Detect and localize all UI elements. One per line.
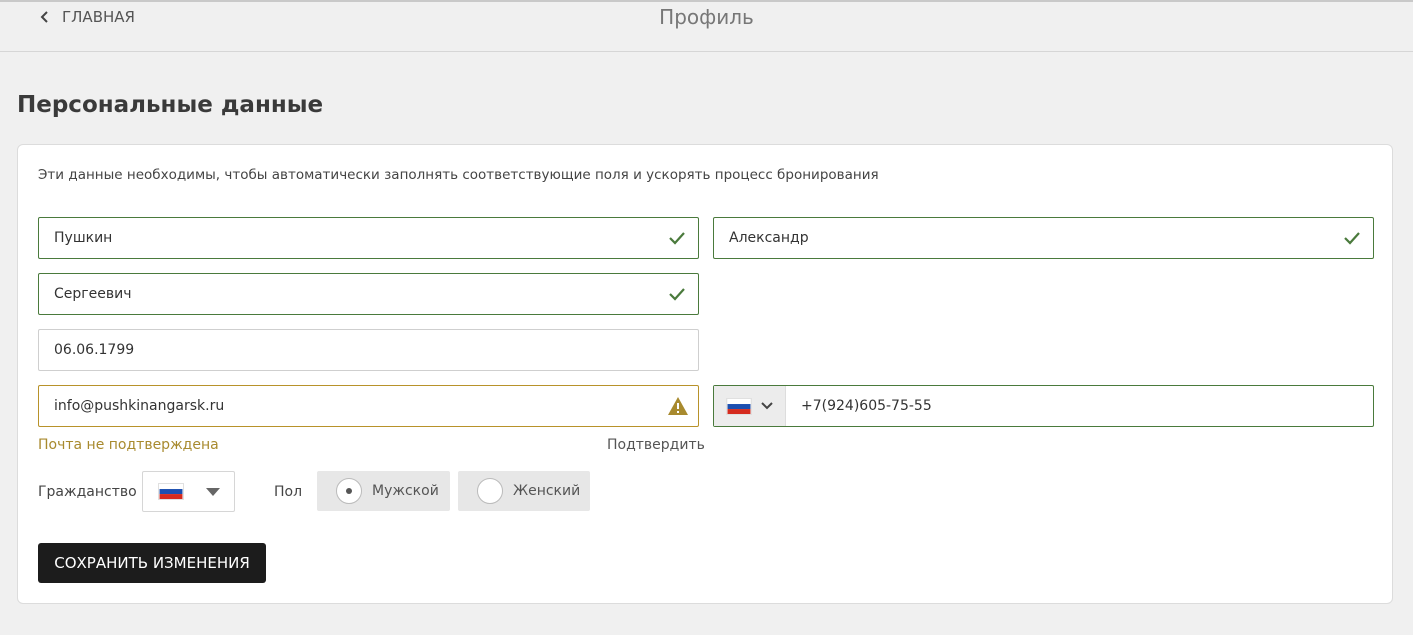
radio-dot (346, 488, 352, 494)
gender-option-label: Мужской (372, 483, 439, 499)
gender-option-female[interactable]: Женский (458, 471, 590, 511)
first-name-field (713, 217, 1374, 259)
gender-option-label: Женский (513, 483, 581, 499)
email-status-text: Почта не подтверждена (38, 437, 219, 453)
last-name-field (38, 217, 699, 259)
personal-data-card: Эти данные необходимы, чтобы автоматичес… (17, 144, 1393, 604)
warning-icon (668, 397, 688, 415)
chevron-down-icon (760, 402, 773, 410)
gender-option-male[interactable]: Мужской (317, 471, 450, 511)
phone-country-select[interactable] (714, 386, 786, 426)
first-name-input[interactable] (714, 218, 1343, 258)
last-name-input[interactable] (39, 218, 668, 258)
email-input[interactable] (39, 386, 667, 426)
citizenship-label: Гражданство (38, 484, 137, 500)
page-title: Профиль (659, 5, 754, 29)
save-changes-button[interactable]: СОХРАНИТЬ ИЗМЕНЕНИЯ (38, 543, 266, 583)
check-icon (669, 288, 685, 301)
birth-date-field (38, 329, 699, 371)
section-title: Персональные данные (17, 92, 324, 118)
check-icon (1344, 232, 1360, 245)
birth-date-input[interactable] (39, 330, 698, 370)
middle-name-input[interactable] (39, 274, 668, 314)
russia-flag-icon (158, 483, 184, 500)
radio-button[interactable] (477, 478, 503, 504)
phone-field (713, 385, 1374, 427)
phone-input[interactable] (786, 386, 1373, 426)
middle-name-field (38, 273, 699, 315)
citizenship-select[interactable] (142, 471, 235, 512)
caret-down-icon (206, 487, 220, 496)
check-icon (669, 232, 685, 245)
gender-label: Пол (274, 484, 303, 500)
email-field (38, 385, 699, 427)
top-bar: ГЛАВНАЯ Профиль (0, 0, 1413, 52)
radio-button-checked[interactable] (336, 478, 362, 504)
confirm-email-link[interactable]: Подтвердить (607, 437, 705, 453)
card-description: Эти данные необходимы, чтобы автоматичес… (38, 167, 879, 183)
russia-flag-icon (725, 397, 752, 415)
